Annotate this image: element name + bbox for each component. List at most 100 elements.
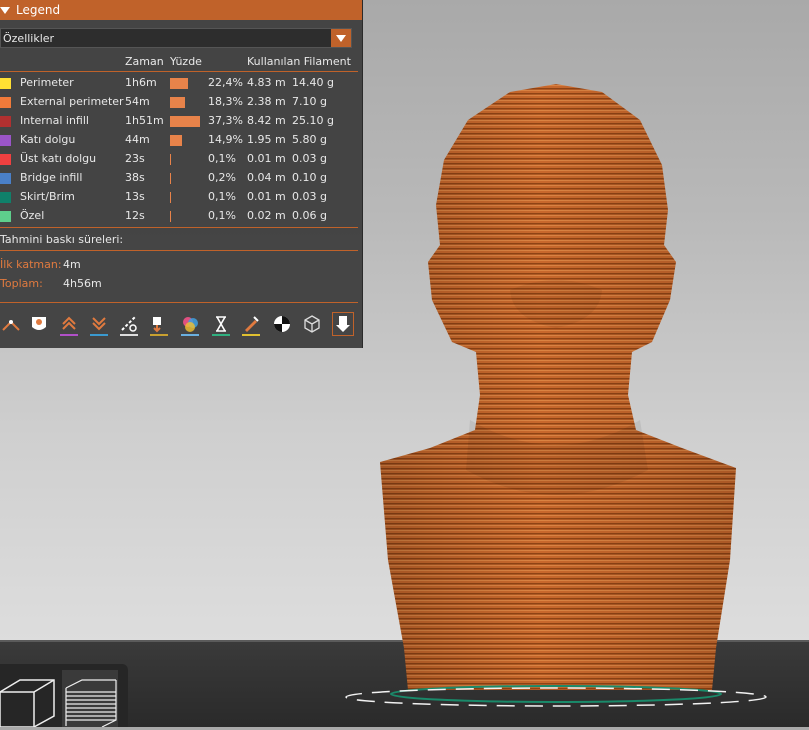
color-swatch — [0, 192, 11, 203]
percent-bar — [170, 135, 182, 146]
feature-weight: 0.03 g — [292, 152, 327, 165]
tool-changes-icon[interactable] — [148, 312, 170, 336]
legend-row[interactable]: Internal infill 1h51m 37,3% 8.42 m 25.10 g — [0, 112, 362, 131]
legend-header[interactable]: Legend — [0, 0, 362, 20]
feature-name: Internal infill — [20, 114, 89, 127]
deretractions-icon[interactable] — [88, 312, 110, 336]
options-toolbar — [0, 312, 362, 338]
divider — [0, 250, 358, 251]
divider — [0, 227, 358, 228]
first-layer-value: 4m — [63, 258, 81, 271]
legend-row[interactable]: Üst katı dolgu 23s 0,1% 0.01 m 0.03 g — [0, 150, 362, 169]
feature-percent: 37,3% — [208, 114, 243, 127]
feature-percent: 22,4% — [208, 76, 243, 89]
feature-name: Üst katı dolgu — [20, 152, 97, 165]
feature-time: 1h51m — [125, 114, 164, 127]
feature-time: 1h6m — [125, 76, 157, 89]
color-changes-icon[interactable] — [179, 312, 201, 336]
shells-icon[interactable] — [301, 312, 323, 336]
feature-weight: 7.10 g — [292, 95, 327, 108]
feature-length: 1.95 m — [247, 133, 286, 146]
feature-length: 0.04 m — [247, 171, 286, 184]
center-of-gravity-icon[interactable] — [271, 312, 293, 336]
total-value: 4h56m — [63, 277, 102, 290]
chevron-down-icon[interactable] — [331, 29, 351, 47]
divider — [0, 71, 358, 72]
feature-weight: 0.03 g — [292, 190, 327, 203]
color-swatch — [0, 78, 11, 89]
feature-length: 0.01 m — [247, 152, 286, 165]
feature-percent: 18,3% — [208, 95, 243, 108]
legend-title: Legend — [16, 3, 61, 17]
collapse-triangle-icon[interactable] — [0, 6, 10, 14]
percent-bar — [170, 97, 185, 108]
color-swatch — [0, 154, 11, 165]
feature-time: 38s — [125, 171, 145, 184]
legend-row[interactable]: External perimeter 54m 18,3% 2.38 m 7.10 g — [0, 93, 362, 112]
seams-icon[interactable] — [118, 312, 140, 336]
column-time: Zaman — [125, 55, 164, 68]
feature-time: 44m — [125, 133, 150, 146]
legend-row[interactable]: Perimeter 1h6m 22,4% 4.83 m 14.40 g — [0, 74, 362, 93]
feature-time: 23s — [125, 152, 145, 165]
feature-length: 8.42 m — [247, 114, 286, 127]
feature-percent: 14,9% — [208, 133, 243, 146]
color-swatch — [0, 135, 11, 146]
travel-icon[interactable] — [0, 312, 22, 336]
legend-row[interactable]: Özel 12s 0,1% 0.02 m 0.06 g — [0, 207, 362, 226]
color-swatch — [0, 116, 11, 127]
column-percent: Yüzde — [170, 55, 202, 68]
column-filament: Kullanılan Filament — [247, 55, 351, 68]
feature-percent: 0,1% — [208, 209, 236, 222]
feature-time: 13s — [125, 190, 145, 203]
legend-row[interactable]: Bridge infill 38s 0,2% 0.04 m 0.10 g — [0, 169, 362, 188]
wipe-icon[interactable] — [28, 312, 50, 336]
feature-name: External perimeter — [20, 95, 124, 108]
color-swatch — [0, 173, 11, 184]
percent-bar — [170, 211, 171, 222]
legend-row[interactable]: Katı dolgu 44m 14,9% 1.95 m 5.80 g — [0, 131, 362, 150]
tool-marker-icon[interactable] — [332, 312, 354, 336]
feature-percent: 0,2% — [208, 171, 236, 184]
feature-percent: 0,1% — [208, 190, 236, 203]
color-swatch — [0, 211, 11, 222]
feature-length: 0.01 m — [247, 190, 286, 203]
feature-name: Özel — [20, 209, 45, 222]
feature-length: 4.83 m — [247, 76, 286, 89]
percent-bar — [170, 116, 200, 127]
feature-percent: 0,1% — [208, 152, 236, 165]
view-switcher — [0, 664, 128, 728]
custom-gcodes-icon[interactable] — [240, 312, 262, 336]
view-type-value: Özellikler — [3, 31, 55, 45]
pause-prints-icon[interactable] — [210, 312, 232, 336]
retractions-icon[interactable] — [58, 312, 80, 336]
view-type-select[interactable]: Özellikler — [0, 28, 352, 48]
percent-bar — [170, 154, 171, 165]
percent-bar — [170, 78, 188, 89]
feature-weight: 0.10 g — [292, 171, 327, 184]
estimate-title: Tahmini baskı süreleri: — [0, 233, 124, 246]
layers-view-icon[interactable] — [62, 670, 118, 728]
feature-length: 2.38 m — [247, 95, 286, 108]
feature-name: Katı dolgu — [20, 133, 76, 146]
total-label: Toplam: — [0, 277, 43, 290]
percent-bar — [170, 192, 171, 203]
legend-panel: Legend Özellikler Zaman Yüzde Kullanılan… — [0, 0, 363, 348]
feature-weight: 14.40 g — [292, 76, 334, 89]
divider — [0, 302, 358, 303]
feature-time: 54m — [125, 95, 150, 108]
feature-weight: 25.10 g — [292, 114, 334, 127]
feature-weight: 0.06 g — [292, 209, 327, 222]
feature-time: 12s — [125, 209, 145, 222]
color-swatch — [0, 97, 11, 108]
first-layer-label: İlk katman: — [0, 258, 62, 271]
percent-bar — [170, 173, 171, 184]
feature-weight: 5.80 g — [292, 133, 327, 146]
feature-name: Bridge infill — [20, 171, 83, 184]
legend-row[interactable]: Skirt/Brim 13s 0,1% 0.01 m 0.03 g — [0, 188, 362, 207]
feature-length: 0.02 m — [247, 209, 286, 222]
model-body — [345, 84, 767, 707]
feature-name: Skirt/Brim — [20, 190, 75, 203]
3d-view-icon[interactable] — [0, 670, 56, 728]
feature-name: Perimeter — [20, 76, 74, 89]
